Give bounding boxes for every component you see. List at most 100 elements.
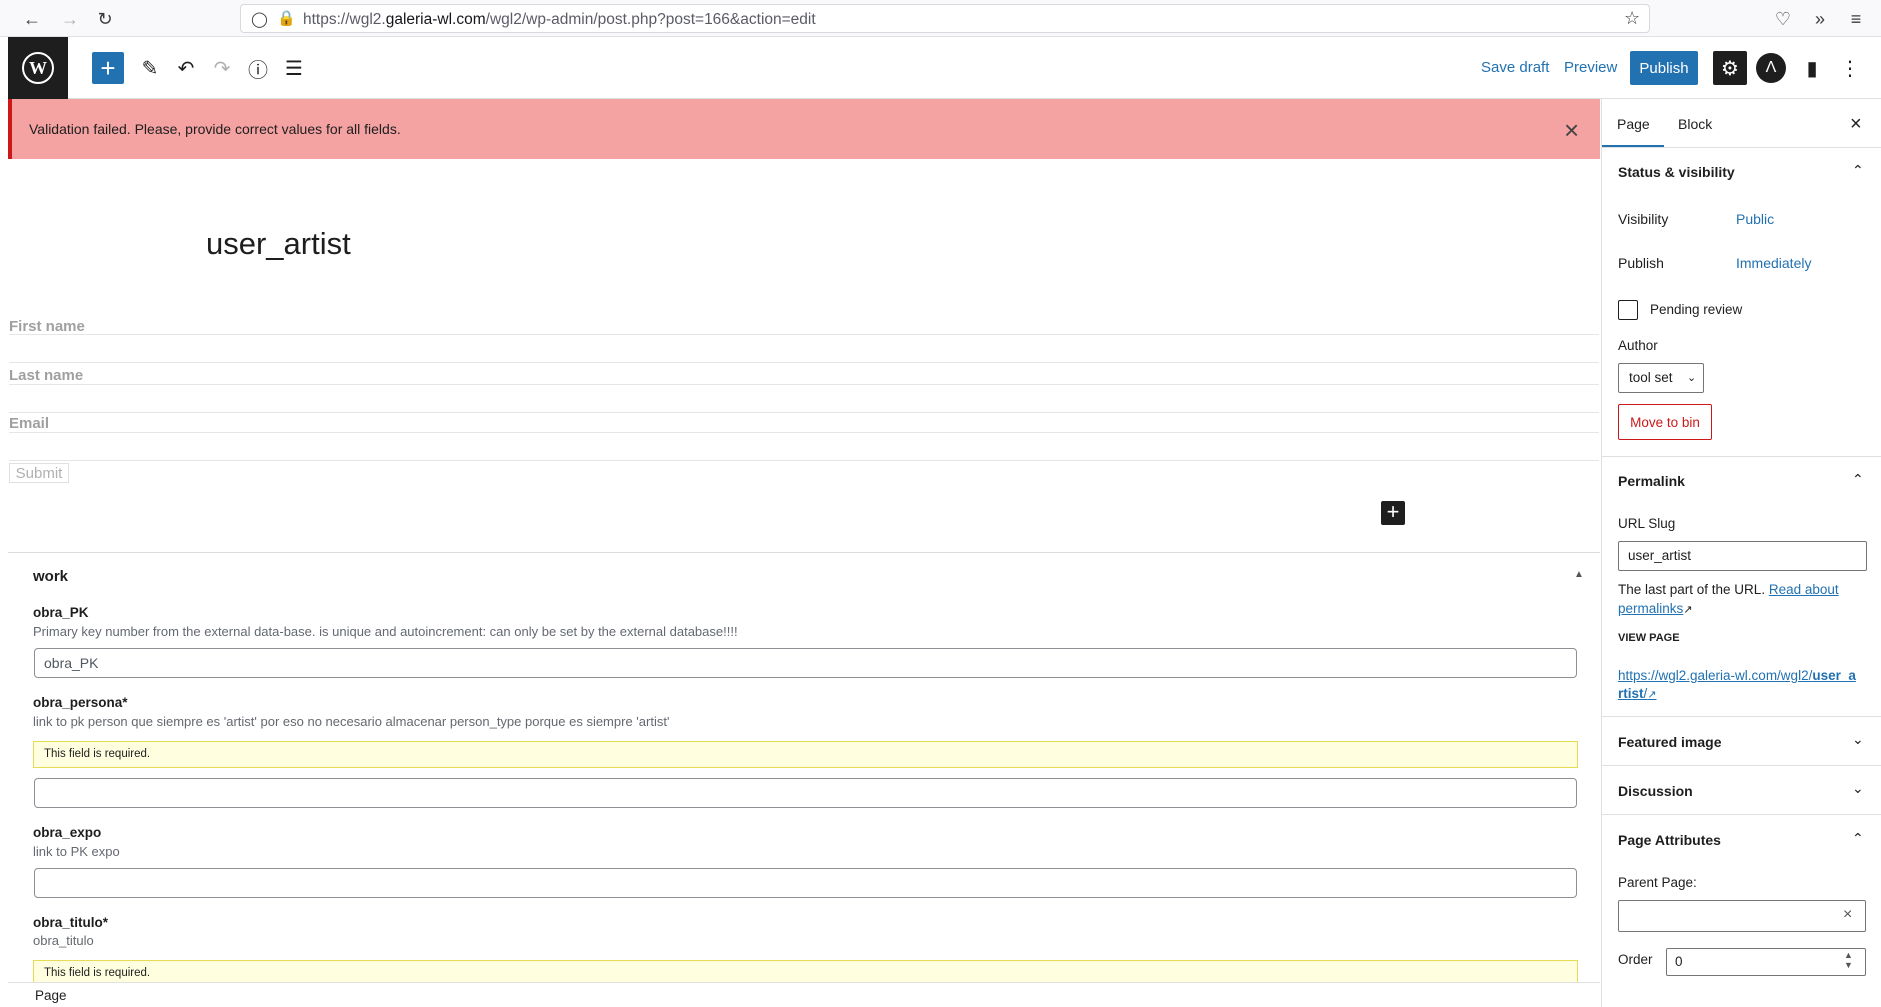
redo-icon[interactable]: ↷ — [207, 53, 237, 83]
obra-pk-label: obra_PK — [33, 605, 89, 620]
chevron-down-icon[interactable]: ⌄ — [1852, 731, 1864, 748]
forward-icon[interactable]: → — [57, 6, 83, 32]
pending-review-checkbox[interactable] — [1618, 300, 1638, 320]
divider — [1602, 814, 1881, 815]
list-view-icon[interactable]: ☰ — [279, 53, 309, 83]
obra-persona-input[interactable] — [34, 778, 1577, 808]
obra-pk-input[interactable]: obra_PK — [34, 648, 1577, 678]
tab-page[interactable]: Page — [1617, 116, 1650, 132]
add-block-icon[interactable]: + — [92, 52, 124, 84]
publish-button[interactable]: Publish — [1630, 51, 1698, 85]
clear-icon[interactable]: × — [1843, 906, 1852, 924]
view-page-label: VIEW PAGE — [1618, 632, 1680, 644]
save-draft-button[interactable]: Save draft — [1481, 59, 1549, 76]
publish-date-link[interactable]: Immediately — [1736, 255, 1811, 271]
shield-icon[interactable]: ◯ — [251, 10, 268, 28]
status-visibility-title[interactable]: Status & visibility — [1618, 164, 1735, 180]
bookmark-star-icon[interactable]: ☆ — [1624, 8, 1640, 29]
chevron-up-icon[interactable]: ⌃ — [1852, 471, 1864, 488]
permalink-help-text: The last part of the URL. Read about per… — [1618, 582, 1839, 616]
settings-gear-icon[interactable]: ⚙ — [1713, 51, 1747, 85]
chevron-up-icon[interactable]: ⌃ — [1852, 830, 1864, 847]
page-attributes-title[interactable]: Page Attributes — [1618, 832, 1721, 848]
divider — [9, 432, 1599, 433]
chevron-down-icon: ⌄ — [1687, 372, 1697, 384]
divider — [1602, 716, 1881, 717]
breadcrumb[interactable]: Page — [35, 988, 67, 1003]
svg-text:W: W — [29, 58, 47, 78]
address-bar[interactable]: ◯ 🔒 https://wgl2.galeria-wl.com/wgl2/wp-… — [240, 4, 1650, 33]
move-to-bin-button[interactable]: Move to bin — [1618, 404, 1712, 440]
order-label: Order — [1618, 952, 1653, 967]
lock-icon[interactable]: 🔒 — [277, 9, 296, 27]
collapse-arrow-icon[interactable]: ▲ — [1574, 569, 1584, 580]
divider — [1602, 456, 1881, 457]
close-icon[interactable]: × — [1564, 115, 1579, 146]
preview-button[interactable]: Preview — [1564, 59, 1617, 76]
visibility-label: Visibility — [1618, 211, 1669, 227]
reload-icon[interactable]: ↻ — [92, 6, 118, 32]
close-sidebar-icon[interactable]: × — [1850, 113, 1862, 136]
url-text[interactable]: https://wgl2.galeria-wl.com/wgl2/wp-admi… — [303, 11, 816, 29]
chevron-down-icon[interactable]: ⌄ — [1852, 780, 1864, 797]
url-slug-label: URL Slug — [1618, 516, 1676, 531]
chevron-up-icon[interactable]: ⌃ — [1852, 162, 1864, 179]
permalink-title[interactable]: Permalink — [1618, 473, 1685, 489]
notice-text: Validation failed. Please, provide corre… — [29, 121, 401, 137]
required-field-notice: This field is required. — [33, 960, 1578, 982]
publish-label: Publish — [1618, 255, 1664, 271]
extensions-overflow-icon[interactable]: » — [1807, 6, 1833, 32]
plugin-a-icon[interactable]: Λ — [1756, 53, 1786, 83]
browser-toolbar: ← → ↻ ◯ 🔒 https://wgl2.galeria-wl.com/wg… — [0, 0, 1881, 37]
divider — [1602, 765, 1881, 766]
author-select[interactable]: tool set ⌄ — [1618, 363, 1704, 393]
divider — [9, 384, 1599, 385]
work-metabox: work ▲ obra_PK Primary key number from t… — [8, 552, 1600, 982]
order-number-input[interactable]: 0 — [1666, 948, 1866, 976]
submit-button[interactable]: Submit — [9, 463, 69, 483]
pocket-icon[interactable]: ♡ — [1770, 6, 1796, 32]
info-icon[interactable]: ⓘ — [243, 53, 273, 83]
obra-titulo-label: obra_titulo* — [33, 915, 109, 930]
plugin-document-icon[interactable]: ▮ — [1797, 53, 1827, 83]
back-icon[interactable]: ← — [19, 6, 45, 32]
divider — [1602, 147, 1881, 148]
menu-icon[interactable]: ≡ — [1843, 6, 1869, 32]
undo-icon[interactable]: ↶ — [171, 53, 201, 83]
last-name-field[interactable] — [9, 412, 1599, 413]
first-name-field[interactable] — [9, 362, 1599, 363]
last-name-label: Last name — [9, 367, 84, 384]
parent-page-label: Parent Page: — [1618, 875, 1697, 890]
external-link-icon: ↗ — [1683, 604, 1693, 616]
parent-page-combobox[interactable] — [1618, 900, 1866, 932]
pending-review-label[interactable]: Pending review — [1650, 302, 1742, 317]
obra-persona-description: link to pk person que siempre es 'artist… — [33, 714, 670, 729]
options-kebab-icon[interactable]: ⋮ — [1835, 53, 1865, 83]
add-block-inline-icon[interactable]: + — [1381, 501, 1405, 525]
obra-persona-label: obra_persona* — [33, 695, 128, 710]
metabox-title[interactable]: work — [33, 568, 68, 585]
wordpress-logo-icon[interactable]: W — [8, 37, 68, 99]
visibility-value-link[interactable]: Public — [1736, 211, 1774, 227]
view-page-link[interactable]: https://wgl2.galeria-wl.com/wgl2/user_ar… — [1618, 667, 1858, 704]
settings-sidebar: Page Block × Status & visibility ⌃ Visib… — [1601, 99, 1881, 1007]
email-label: Email — [9, 415, 50, 432]
discussion-title[interactable]: Discussion — [1618, 783, 1693, 799]
obra-expo-label: obra_expo — [33, 825, 102, 840]
url-slug-input[interactable]: user_artist — [1618, 541, 1867, 571]
first-name-label: First name — [9, 318, 85, 335]
featured-image-title[interactable]: Featured image — [1618, 734, 1721, 750]
edit-tool-icon[interactable]: ✎ — [135, 53, 165, 83]
required-field-notice: This field is required. — [33, 741, 1578, 768]
editor-footer: Page — [8, 982, 1600, 1007]
obra-expo-input[interactable] — [34, 868, 1577, 898]
obra-pk-description: Primary key number from the external dat… — [33, 624, 738, 639]
page-title[interactable]: user_artist — [206, 226, 351, 262]
tab-block[interactable]: Block — [1678, 116, 1712, 132]
divider — [9, 334, 1599, 335]
validation-error-notice: Validation failed. Please, provide corre… — [8, 99, 1600, 159]
external-link-icon: ↗ — [1647, 689, 1657, 701]
author-label: Author — [1618, 338, 1658, 353]
email-field[interactable] — [9, 460, 1599, 461]
stepper-arrows-icon[interactable]: ▲ ▼ — [1844, 950, 1853, 970]
